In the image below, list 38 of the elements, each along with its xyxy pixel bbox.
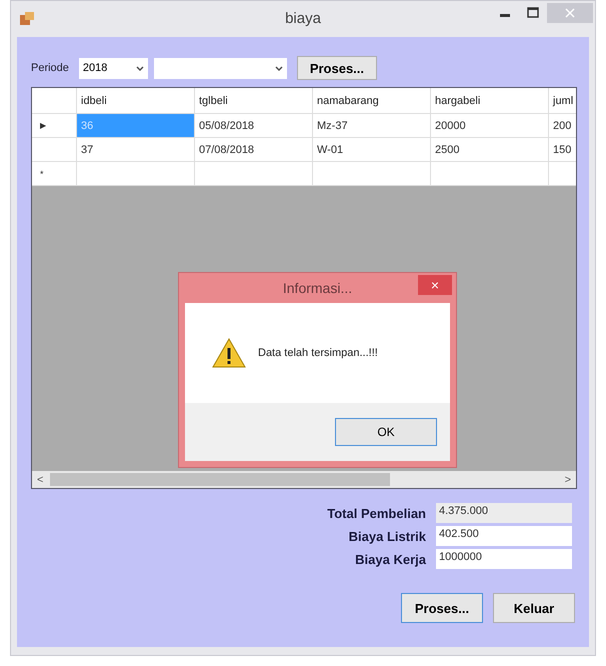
table-cell: W-01 — [313, 138, 431, 161]
table-cell: 37 — [77, 138, 195, 161]
column-header[interactable]: tglbeli — [195, 88, 313, 113]
summary-label: Biaya Listrik — [348, 528, 426, 544]
table-cell: Mz-37 — [313, 114, 431, 137]
table-cell: 200 — [549, 114, 576, 137]
proses-button[interactable]: Proses... — [296, 56, 377, 80]
dialog-title: Informasi... — [282, 280, 352, 296]
scroll-left-button[interactable]: < — [32, 474, 48, 486]
chevron-down-icon — [274, 66, 283, 70]
periode-label: Periode — [31, 62, 69, 74]
table-cell: 150 — [549, 138, 576, 161]
proses-button[interactable]: Proses... — [401, 593, 483, 623]
column-header[interactable]: idbeli — [77, 88, 195, 113]
column-header[interactable]: namabarang — [313, 88, 431, 113]
month-dropdown[interactable] — [154, 58, 287, 78]
column-header[interactable]: juml — [549, 88, 576, 113]
summary-field[interactable]: 402.500 — [436, 526, 572, 546]
summary-label: Total Pembelian — [327, 506, 426, 520]
table-cell: 2500 — [431, 138, 549, 161]
dialog-message: Data telah tersimpan...!!! — [258, 347, 378, 359]
keluar-button[interactable]: Keluar — [493, 593, 575, 623]
column-header[interactable]: hargabeli — [431, 88, 549, 113]
summary-field[interactable]: 1000000 — [436, 549, 572, 569]
year-dropdown[interactable]: 2018 — [78, 58, 148, 78]
close-button[interactable]: × — [418, 275, 452, 295]
app-icon — [19, 11, 35, 27]
scroll-right-button[interactable]: > — [560, 474, 576, 486]
horizontal-scrollbar[interactable]: < > — [32, 471, 576, 488]
summary-label: Biaya Kerja — [355, 552, 426, 566]
chevron-down-icon — [136, 66, 144, 70]
warning-icon — [212, 338, 246, 368]
table-cell: 05/08/2018 — [195, 114, 313, 137]
table-cell: 07/08/2018 — [195, 138, 313, 161]
table-cell: 20000 — [431, 114, 549, 137]
ok-button[interactable]: OK — [335, 418, 437, 446]
window-title: biaya — [285, 10, 321, 27]
table-cell: 36 — [77, 114, 195, 137]
